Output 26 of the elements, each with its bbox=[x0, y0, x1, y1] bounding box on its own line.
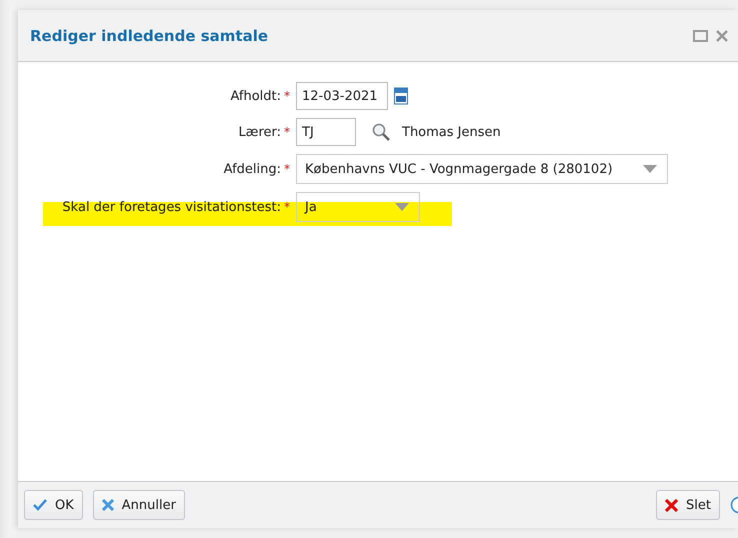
code-field[interactable]: TJ bbox=[296, 118, 356, 146]
field-label: Lærer: bbox=[238, 124, 281, 140]
search-icon[interactable] bbox=[372, 123, 390, 141]
ok-button[interactable]: OK bbox=[24, 490, 83, 520]
delete-icon bbox=[665, 498, 678, 512]
teacher-name: Thomas Jensen bbox=[402, 124, 501, 140]
cancel-button[interactable]: Annuller bbox=[92, 490, 185, 520]
field-label: Skal der foretages visitationstest: bbox=[62, 200, 281, 214]
maximize-icon[interactable] bbox=[693, 30, 708, 42]
close-icon[interactable] bbox=[716, 30, 728, 42]
calendar-icon[interactable] bbox=[394, 87, 408, 105]
close-icon bbox=[102, 499, 114, 511]
required-mark: * bbox=[284, 200, 290, 214]
dropdown[interactable]: Ja bbox=[296, 192, 420, 222]
required-mark: * bbox=[284, 124, 290, 138]
date-field[interactable]: 12-03-2021 bbox=[296, 82, 388, 110]
field-label: Afholdt: bbox=[230, 88, 281, 104]
required-mark: * bbox=[284, 88, 290, 102]
required-mark: * bbox=[284, 162, 290, 176]
delete-button[interactable]: Slet bbox=[656, 490, 720, 520]
check-icon bbox=[33, 499, 47, 511]
window-title: Rediger indledende samtale bbox=[30, 26, 270, 44]
field-label: Afdeling: bbox=[224, 162, 281, 176]
caret-icon bbox=[643, 165, 657, 173]
caret-icon bbox=[395, 203, 409, 211]
dropdown[interactable]: Københavns VUC - Vognmagergade 8 (280102) bbox=[296, 154, 668, 184]
